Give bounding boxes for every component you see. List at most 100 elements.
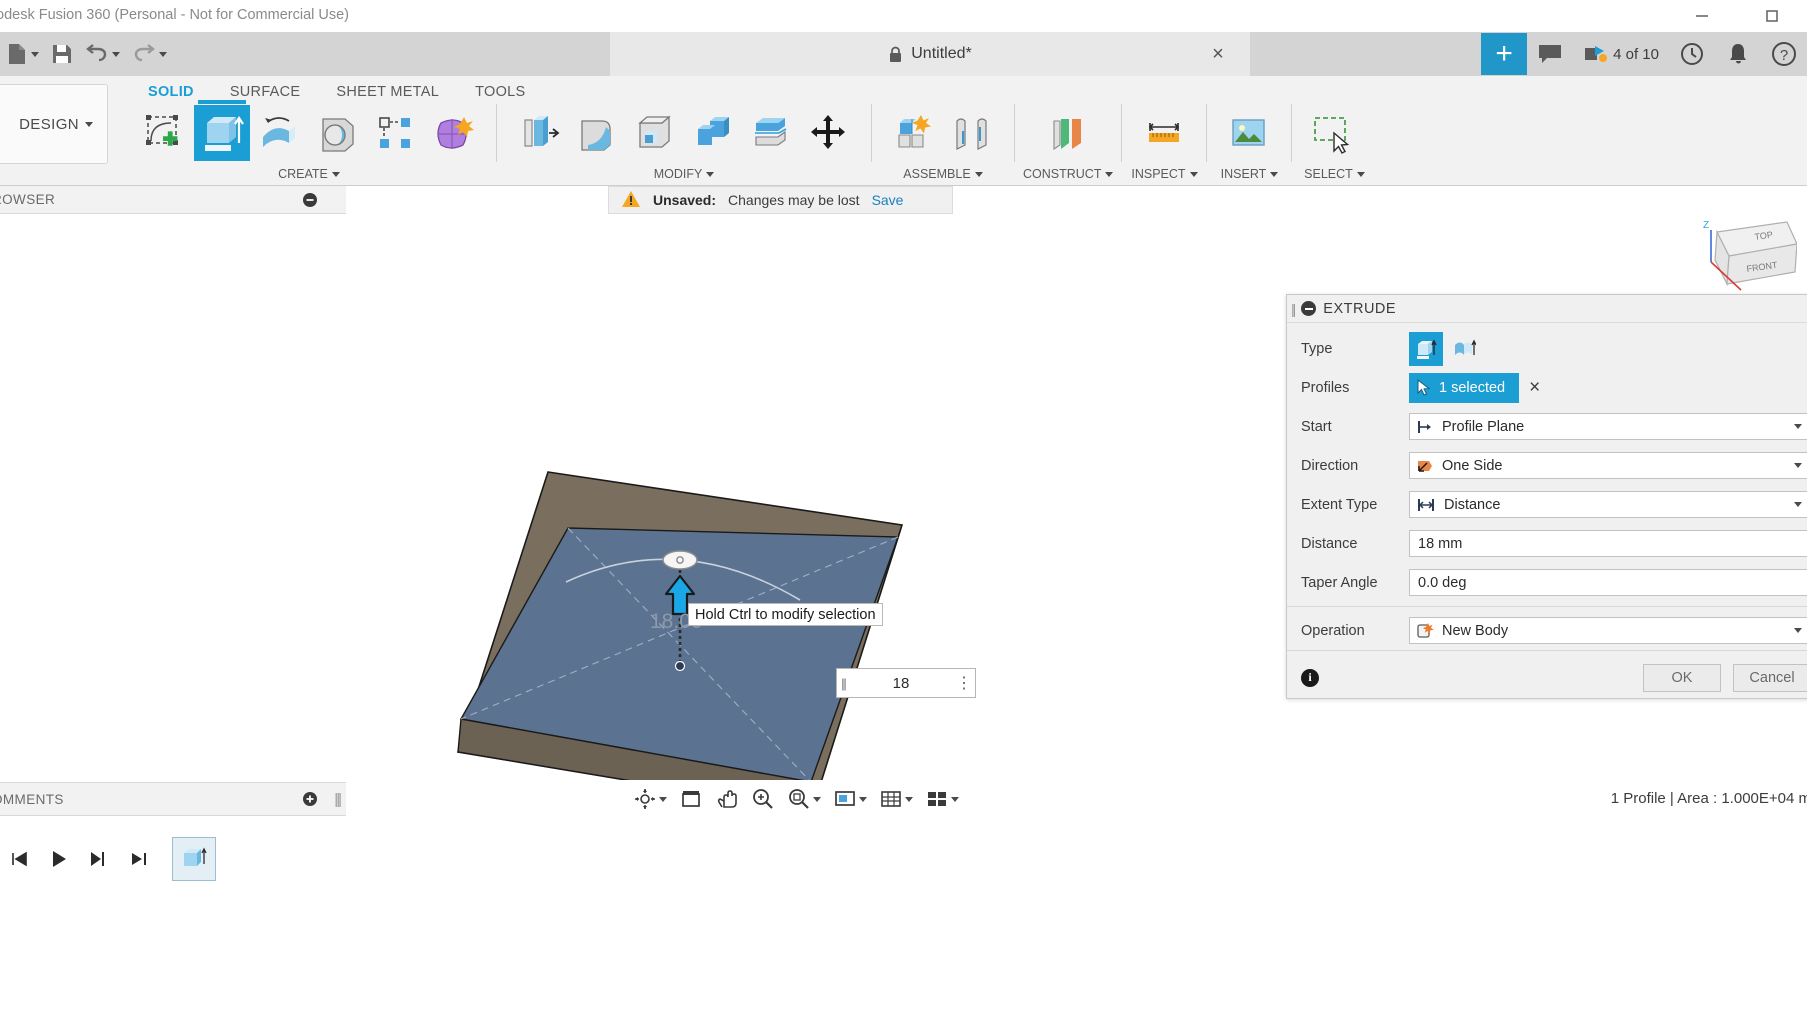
panel-divider	[1206, 104, 1207, 162]
press-pull-icon[interactable]	[511, 105, 567, 161]
dimension-input[interactable]: ||| 18 ⋮	[836, 668, 976, 698]
step-next-icon[interactable]	[84, 839, 114, 879]
clock-icon[interactable]	[1669, 32, 1715, 76]
step-start-icon[interactable]	[4, 839, 34, 879]
chevron-down-icon	[85, 122, 93, 127]
new-file-icon[interactable]	[0, 32, 45, 76]
chevron-down-icon	[1270, 172, 1278, 177]
grid-snap-icon[interactable]	[874, 782, 918, 816]
fillet-icon[interactable]	[569, 105, 625, 161]
panel-create: CREATE	[130, 102, 488, 184]
bell-icon[interactable]	[1715, 32, 1761, 76]
dimension-options-icon[interactable]: ⋮	[953, 673, 975, 693]
pan-icon[interactable]	[710, 782, 744, 816]
chevron-down-icon	[1794, 424, 1802, 429]
minimize-icon[interactable]	[1667, 0, 1737, 32]
undo-icon[interactable]	[79, 32, 126, 76]
extrude-icon[interactable]	[194, 105, 250, 161]
display-settings-icon[interactable]	[828, 782, 872, 816]
chevron-down-icon	[112, 52, 120, 57]
grip-icon[interactable]: |||	[837, 669, 849, 697]
play-icon[interactable]	[44, 839, 74, 879]
add-tab-button[interactable]: +	[1481, 33, 1527, 75]
measure-icon[interactable]	[1136, 105, 1192, 161]
panel-label-construct[interactable]: CONSTRUCT	[1023, 164, 1113, 184]
comment-icon[interactable]	[1527, 32, 1573, 76]
save-icon[interactable]	[45, 32, 79, 76]
grip-icon[interactable]: |||	[334, 791, 340, 808]
workspace-switcher[interactable]: DESIGN	[0, 84, 108, 164]
step-end-icon[interactable]	[124, 839, 154, 879]
document-tab[interactable]: Untitled*	[610, 32, 1250, 76]
tab-tools[interactable]: TOOLS	[457, 80, 543, 104]
form-icon[interactable]	[426, 105, 482, 161]
pattern-icon[interactable]	[368, 105, 424, 161]
extrude-surface-icon[interactable]	[1447, 332, 1481, 366]
look-at-icon[interactable]	[674, 782, 708, 816]
tab-sheet-metal[interactable]: SHEET METAL	[318, 80, 457, 104]
save-link[interactable]: Save	[872, 192, 904, 208]
extrude-row-start: Start Profile Plane	[1287, 407, 1807, 446]
split-body-icon[interactable]	[743, 105, 799, 161]
new-component-icon[interactable]	[886, 105, 942, 161]
insert-image-icon[interactable]	[1221, 105, 1277, 161]
warning-icon	[621, 190, 641, 211]
operation-dropdown[interactable]: New Body	[1409, 617, 1807, 644]
collapse-icon[interactable]	[302, 192, 318, 208]
create-sketch-icon[interactable]	[136, 105, 192, 161]
taper-angle-input[interactable]: 0.0 deg	[1409, 569, 1807, 596]
ok-button[interactable]: OK	[1643, 664, 1721, 692]
collapse-icon[interactable]	[1301, 301, 1316, 316]
close-tab-button[interactable]: ×	[1201, 32, 1235, 76]
dimension-input-value[interactable]: 18	[849, 675, 953, 692]
ribbon-tabs: SOLID SURFACE SHEET METAL TOOLS	[130, 80, 543, 104]
zoom-window-icon[interactable]	[782, 782, 826, 816]
help-icon[interactable]: ?	[1761, 32, 1807, 76]
panel-label-assemble[interactable]: ASSEMBLE	[903, 164, 982, 184]
orbit-icon[interactable]	[628, 782, 672, 816]
viewport-layout-icon[interactable]	[920, 782, 964, 816]
comments-panel-header[interactable]: OMMENTS |||	[0, 782, 346, 816]
view-cube[interactable]: TOP FRONT Z	[1677, 214, 1797, 304]
extrude-dialog-titlebar[interactable]: || EXTRUDE	[1287, 295, 1807, 323]
extrude-solid-icon[interactable]	[1409, 332, 1443, 366]
chevron-down-icon	[1190, 172, 1198, 177]
cancel-button[interactable]: Cancel	[1733, 664, 1807, 692]
panel-label-modify[interactable]: MODIFY	[654, 164, 715, 184]
timeline-feature-extrude[interactable]	[172, 837, 216, 881]
shell-icon[interactable]	[627, 105, 683, 161]
combine-icon[interactable]	[685, 105, 741, 161]
ribbon-panels: CREATE	[130, 102, 1807, 186]
panel-label-select[interactable]: SELECT	[1304, 164, 1365, 184]
redo-icon[interactable]	[126, 32, 173, 76]
profiles-selection-button[interactable]: 1 selected	[1409, 373, 1519, 403]
qat-left-group	[0, 32, 173, 76]
direction-dropdown[interactable]: One Side	[1409, 452, 1807, 479]
clear-selection-icon[interactable]: ×	[1529, 377, 1540, 399]
offset-plane-icon[interactable]	[1040, 105, 1096, 161]
extrude-label-start: Start	[1301, 419, 1409, 435]
distance-input[interactable]: 18 mm	[1409, 530, 1807, 557]
joint-icon[interactable]	[944, 105, 1000, 161]
panel-label-create[interactable]: CREATE	[278, 164, 340, 184]
credits-indicator[interactable]: 4 of 10	[1573, 43, 1669, 65]
grip-icon[interactable]: ||	[1291, 301, 1294, 317]
move-copy-icon[interactable]	[801, 105, 857, 161]
extent-type-dropdown[interactable]: Distance	[1409, 491, 1807, 518]
maximize-icon[interactable]	[1737, 0, 1807, 32]
chevron-down-icon	[859, 797, 867, 802]
panel-assemble: ASSEMBLE	[880, 102, 1006, 184]
extrude-dialog[interactable]: || EXTRUDE Type	[1286, 294, 1807, 699]
collapse-icon[interactable]	[302, 791, 318, 807]
viewport-tooltip: Hold Ctrl to modify selection	[688, 603, 883, 626]
zoom-icon[interactable]	[746, 782, 780, 816]
extrude-dialog-title: EXTRUDE	[1323, 301, 1396, 317]
start-dropdown[interactable]: Profile Plane	[1409, 413, 1807, 440]
panel-label-inspect[interactable]: INSPECT	[1131, 164, 1197, 184]
select-window-icon[interactable]	[1306, 105, 1362, 161]
sweep-icon[interactable]	[310, 105, 366, 161]
revolve-icon[interactable]	[252, 105, 308, 161]
info-icon[interactable]: i	[1301, 669, 1319, 687]
unsaved-label: Unsaved:	[653, 192, 716, 208]
panel-label-insert[interactable]: INSERT	[1221, 164, 1279, 184]
